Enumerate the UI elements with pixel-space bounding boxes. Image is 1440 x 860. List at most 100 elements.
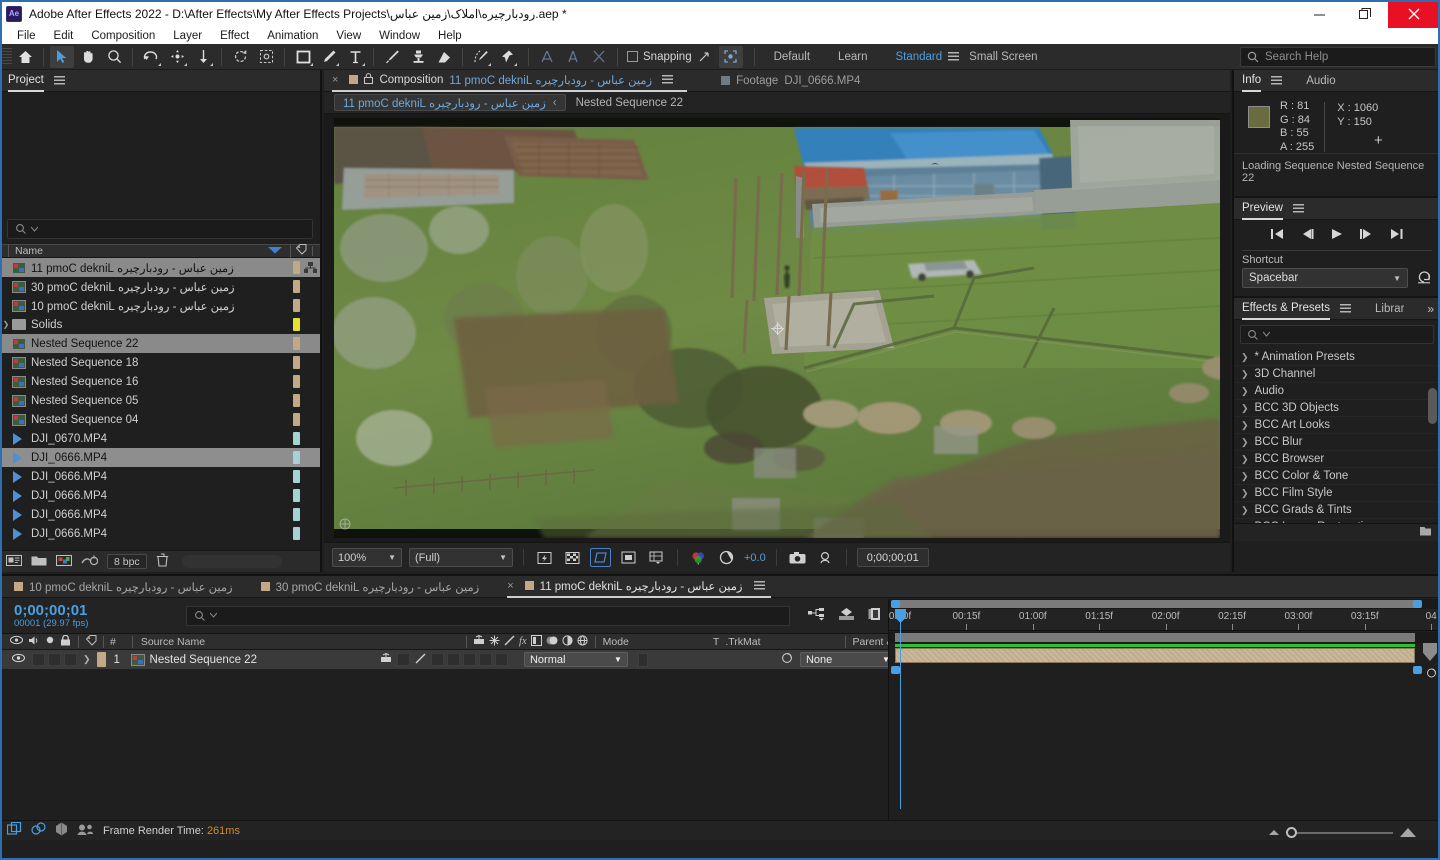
- pen-icon[interactable]: [317, 46, 341, 68]
- layer-lock-toggle[interactable]: [64, 653, 77, 666]
- work-area-start-handle-2[interactable]: [891, 666, 900, 674]
- puppet-pin-icon[interactable]: [495, 46, 519, 68]
- list-item[interactable]: ❯ BCC Browser: [1234, 451, 1440, 468]
- menu-help[interactable]: Help: [429, 28, 471, 44]
- label-color-swatch[interactable]: [293, 299, 300, 312]
- project-footer-scroll[interactable]: [181, 555, 282, 568]
- list-item[interactable]: زمین عباس - رودبارچیره Linked Comp 01: [0, 296, 320, 315]
- label-color-swatch[interactable]: [293, 261, 300, 274]
- zoom-icon[interactable]: [102, 46, 126, 68]
- viewer-panel-menu-icon[interactable]: [662, 75, 674, 84]
- label-column-icon[interactable]: [85, 634, 97, 649]
- breadcrumb-child[interactable]: Nested Sequence 22: [576, 97, 683, 109]
- home-icon[interactable]: [13, 46, 37, 68]
- work-area-end-handle-2[interactable]: [1413, 666, 1422, 674]
- work-area-bar-top[interactable]: [889, 599, 1440, 609]
- time-ruler[interactable]: 0:00f00:15f01:00f01:15f02:00f02:15f03:00…: [889, 609, 1440, 631]
- work-area-end-handle[interactable]: [1413, 600, 1422, 608]
- resolution-select[interactable]: (Full) ▼: [409, 548, 513, 567]
- menu-composition[interactable]: Composition: [82, 28, 164, 44]
- menu-effect[interactable]: Effect: [211, 28, 258, 44]
- workspace-small-screen[interactable]: Small Screen: [969, 51, 1051, 63]
- list-item[interactable]: Nested Sequence 22: [0, 334, 320, 353]
- clone-stamp-icon[interactable]: [406, 46, 430, 68]
- disclosure-arrow-icon[interactable]: ❯: [0, 320, 12, 329]
- new-folder-small-icon[interactable]: [1419, 525, 1432, 540]
- composition-mini-flowchart-icon[interactable]: [808, 607, 825, 624]
- roto-brush-icon[interactable]: [469, 46, 493, 68]
- eye-icon[interactable]: [10, 635, 23, 648]
- list-item[interactable]: DJI_0666.MP4: [0, 486, 320, 505]
- close-icon[interactable]: ×: [332, 74, 338, 86]
- list-item[interactable]: ❯ BCC Film Style: [1234, 485, 1440, 502]
- tab-effects-presets[interactable]: Effects & Presets: [1242, 298, 1330, 320]
- new-folder-icon[interactable]: [31, 554, 47, 570]
- work-area-span[interactable]: [895, 600, 1415, 608]
- workspace-standard[interactable]: Standard: [881, 51, 948, 63]
- disclosure-arrow-icon[interactable]: ❯: [1241, 420, 1249, 431]
- column-trkmat[interactable]: .TrkMat: [725, 636, 760, 648]
- close-button[interactable]: [1388, 0, 1440, 28]
- tab-info[interactable]: Info: [1242, 70, 1262, 92]
- label-color-swatch[interactable]: [293, 508, 300, 521]
- timeline-panel-menu-icon[interactable]: [754, 581, 766, 590]
- label-color-swatch[interactable]: [293, 394, 300, 407]
- project-settings-icon[interactable]: [81, 554, 99, 570]
- selection-icon[interactable]: [50, 45, 74, 68]
- list-item[interactable]: زمین عباس - رودبارچیره Linked Comp 03: [0, 277, 320, 296]
- workspace-default[interactable]: Default: [760, 51, 824, 63]
- previous-frame-icon[interactable]: [1301, 228, 1314, 243]
- layer-fx-toggle[interactable]: [430, 653, 444, 666]
- work-area-span-2[interactable]: [895, 633, 1415, 642]
- frame-blending-icon[interactable]: [530, 634, 542, 649]
- close-icon[interactable]: ×: [507, 580, 513, 592]
- 3d-renderer-icon[interactable]: [55, 822, 68, 839]
- list-item[interactable]: ❯ BCC Color & Tone: [1234, 468, 1440, 485]
- list-item[interactable]: DJI_0666.MP4: [0, 505, 320, 524]
- eraser-icon[interactable]: [432, 46, 456, 68]
- draft-3d-icon[interactable]: [838, 607, 855, 624]
- viewer-tab-footage[interactable]: Footage DJI_0666.MP4: [721, 70, 874, 92]
- viewer-canvas-area[interactable]: [324, 114, 1230, 542]
- composition-stage[interactable]: [334, 118, 1220, 538]
- brush-icon[interactable]: [380, 46, 404, 68]
- play-icon[interactable]: [1331, 228, 1343, 243]
- unified-camera-icon[interactable]: [165, 46, 189, 68]
- layer-trkmat-cell[interactable]: [650, 652, 777, 667]
- list-item[interactable]: Nested Sequence 05: [0, 391, 320, 410]
- lock-icon[interactable]: [364, 72, 374, 87]
- list-item[interactable]: DJI_0666.MP4: [0, 524, 320, 543]
- disclosure-arrow-icon[interactable]: ❯: [1241, 488, 1249, 499]
- effects-category-list[interactable]: ❯ * Animation Presets ❯ 3D Channel ❯ Audio ❯ BC…: [1234, 349, 1440, 541]
- layer-frameblend-toggle[interactable]: [446, 653, 460, 666]
- bit-depth-button[interactable]: 8 bpc: [107, 554, 147, 569]
- disclosure-arrow-icon[interactable]: ❯: [1241, 505, 1249, 516]
- list-item[interactable]: ❯ BCC Art Looks: [1234, 417, 1440, 434]
- list-item[interactable]: ❯ BCC Grads & Tints: [1234, 502, 1440, 519]
- parent-pickwhip-icon[interactable]: [781, 652, 794, 667]
- list-item[interactable]: Nested Sequence 16: [0, 372, 320, 391]
- disclosure-arrow-icon[interactable]: ❯: [1241, 437, 1249, 448]
- layer-solo-toggle[interactable]: [48, 653, 61, 666]
- timeline-tab-comp-03[interactable]: زمین عباس - رودبارچیره Linked Comp 03: [260, 576, 508, 598]
- mask-shape-icon[interactable]: [618, 548, 639, 567]
- three-d-layer-icon[interactable]: [577, 634, 588, 649]
- tab-project[interactable]: Project: [8, 70, 44, 92]
- menu-window[interactable]: Window: [370, 28, 429, 44]
- list-item[interactable]: ❯ * Animation Presets: [1234, 349, 1440, 366]
- list-item[interactable]: ❯ BCC 3D Objects: [1234, 400, 1440, 417]
- label-color-swatch[interactable]: [293, 337, 300, 350]
- region-of-interest-icon[interactable]: [590, 548, 611, 567]
- list-item[interactable]: DJI_0666.MP4: [0, 467, 320, 486]
- layer-mode-select[interactable]: Normal ▼: [523, 652, 628, 667]
- list-item[interactable]: ❯ Solids: [0, 315, 320, 334]
- composition-flowchart-icon[interactable]: [31, 822, 46, 839]
- team-projects-icon[interactable]: [77, 823, 94, 839]
- effects-scrollbar[interactable]: [1428, 388, 1437, 424]
- viewer-tab-composition[interactable]: × Composition زمین عباس - رودبارچیره Lin…: [332, 70, 688, 92]
- audio-icon[interactable]: [28, 635, 40, 649]
- label-color-swatch[interactable]: [293, 375, 300, 388]
- list-item[interactable]: DJI_0666.MP4: [0, 448, 320, 467]
- breadcrumb-current[interactable]: زمین عباس - رودبارچیره Linked Comp 11 ‹: [334, 94, 566, 111]
- new-composition-icon[interactable]: [56, 554, 72, 570]
